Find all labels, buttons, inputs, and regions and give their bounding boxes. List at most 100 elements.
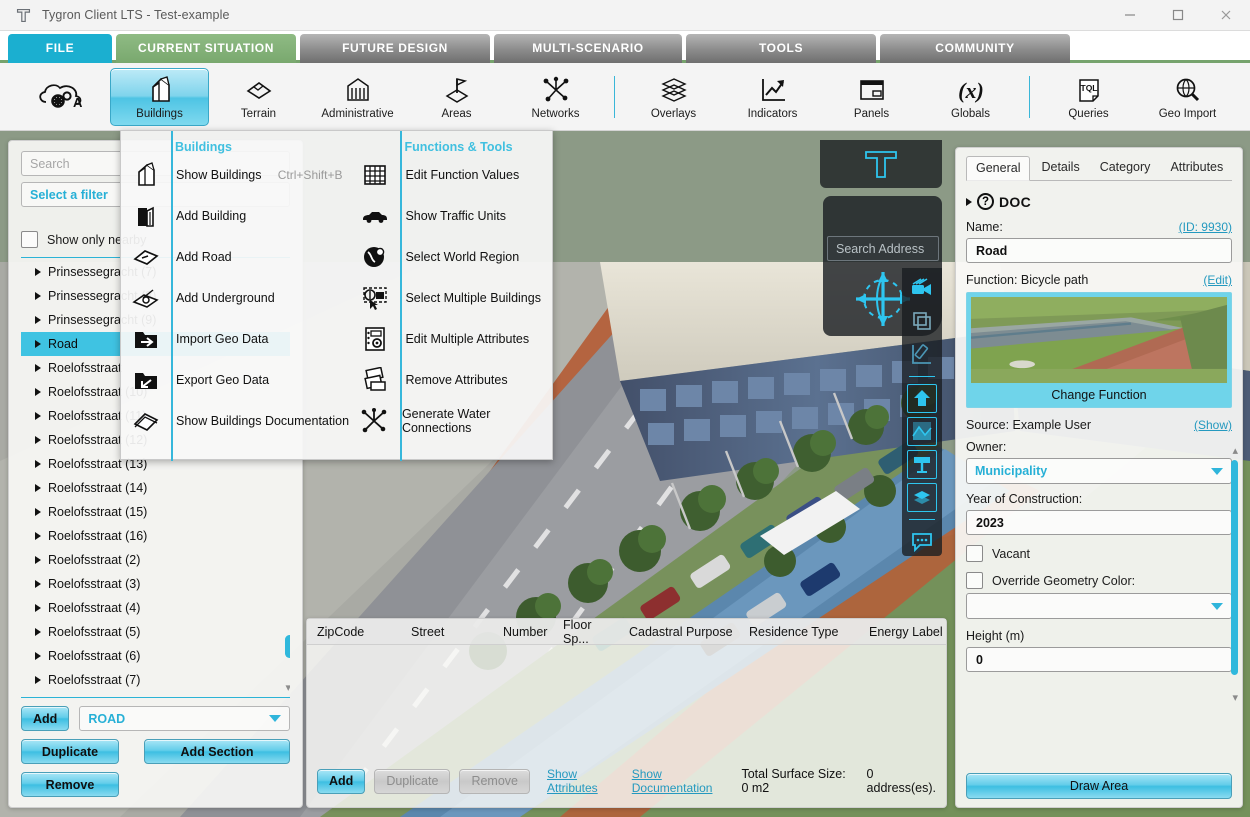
panel-view-icon[interactable] <box>907 450 937 479</box>
add-button[interactable]: Add <box>21 706 69 731</box>
tree-scrollbar-thumb[interactable] <box>285 635 290 658</box>
measure-ruler-icon[interactable] <box>907 340 937 369</box>
tab-details[interactable]: Details <box>1032 156 1088 180</box>
tab-current-situation[interactable]: CURRENT SITUATION <box>116 34 296 63</box>
type-combo[interactable]: ROAD <box>79 706 290 731</box>
expand-arrow-icon[interactable] <box>35 436 41 444</box>
ribbon-item-panels[interactable]: Panels <box>822 68 921 126</box>
column-header-street[interactable]: Street <box>401 625 493 639</box>
menu-item-import-geo-data[interactable]: Import Geo Data <box>121 318 350 359</box>
tree-item-roelofsstraat-6[interactable]: Roelofsstraat (6) <box>21 644 290 668</box>
menu-item-add-road[interactable]: Add Road <box>121 236 350 277</box>
tree-item-roelofsstraat-15[interactable]: Roelofsstraat (15) <box>21 500 290 524</box>
table-body[interactable] <box>307 645 946 767</box>
menu-item-select-world-region[interactable]: Select World Region <box>350 236 552 277</box>
vacant-checkbox[interactable] <box>966 545 983 562</box>
expand-arrow-icon[interactable] <box>35 388 41 396</box>
object-id-link[interactable]: (ID: 9930) <box>1179 220 1232 234</box>
expand-arrow-icon[interactable] <box>35 292 41 300</box>
tree-item-roelofsstraat-3[interactable]: Roelofsstraat (3) <box>21 572 290 596</box>
table-add-button[interactable]: Add <box>317 769 365 794</box>
tab-general[interactable]: General <box>966 156 1030 181</box>
ribbon-item-overlays[interactable]: Overlays <box>624 68 723 126</box>
source-show-link[interactable]: (Show) <box>1194 418 1232 432</box>
add-section-button[interactable]: Add Section <box>144 739 290 764</box>
menu-item-add-building[interactable]: Add Building <box>121 195 350 236</box>
buildings-view-icon[interactable] <box>907 384 937 413</box>
properties-scrollbar[interactable]: ▴ ▾ <box>1230 448 1238 698</box>
name-input[interactable]: Road <box>966 238 1232 263</box>
menu-item-show-buildings[interactable]: Show Buildings Ctrl+Shift+B <box>121 154 350 195</box>
menu-item-show-buildings-documentation[interactable]: Show Buildings Documentation <box>121 400 350 441</box>
tab-community[interactable]: COMMUNITY <box>880 34 1070 63</box>
tree-item-roelofsstraat-7[interactable]: Roelofsstraat (7) <box>21 668 290 692</box>
tree-item-roelofsstraat-4[interactable]: Roelofsstraat (4) <box>21 596 290 620</box>
expand-arrow-icon[interactable] <box>35 676 41 684</box>
scroll-down-icon[interactable]: ▾ <box>1232 691 1238 704</box>
ribbon-item-geo-import[interactable]: Geo Import <box>1138 68 1237 126</box>
tab-file[interactable]: FILE <box>8 34 112 63</box>
expand-arrow-icon[interactable] <box>35 316 41 324</box>
height-input[interactable]: 0 <box>966 647 1232 672</box>
expand-arrow-icon[interactable] <box>966 198 972 206</box>
menu-item-add-underground[interactable]: Add Underground <box>121 277 350 318</box>
expand-arrow-icon[interactable] <box>35 508 41 516</box>
expand-arrow-icon[interactable] <box>35 628 41 636</box>
column-header-residence-type[interactable]: Residence Type <box>739 625 859 639</box>
column-header-number[interactable]: Number <box>493 625 553 639</box>
show-attributes-link[interactable]: Show Attributes <box>547 767 615 795</box>
column-header-floor-space[interactable]: Floor Sp... <box>553 618 619 646</box>
expand-arrow-icon[interactable] <box>35 484 41 492</box>
ribbon-item-terrain[interactable]: Terrain <box>209 68 308 126</box>
expand-arrow-icon[interactable] <box>35 460 41 468</box>
expand-arrow-icon[interactable] <box>35 364 41 372</box>
remove-button[interactable]: Remove <box>21 772 119 797</box>
maximize-button[interactable] <box>1154 0 1202 31</box>
function-edit-link[interactable]: (Edit) <box>1203 273 1232 287</box>
change-function-button[interactable]: Change Function <box>966 292 1232 408</box>
tree-item-roelofsstraat-16[interactable]: Roelofsstraat (16) <box>21 524 290 548</box>
show-only-nearby-checkbox[interactable] <box>21 231 38 248</box>
tree-item-roelofsstraat-14[interactable]: Roelofsstraat (14) <box>21 476 290 500</box>
ribbon-item-administrative[interactable]: Administrative <box>308 68 407 126</box>
minimize-button[interactable] <box>1106 0 1154 31</box>
tree-item-roelofsstraat-5[interactable]: Roelofsstraat (5) <box>21 620 290 644</box>
menu-item-show-traffic-units[interactable]: Show Traffic Units <box>350 195 552 236</box>
expand-arrow-icon[interactable] <box>35 340 41 348</box>
search-address-input[interactable]: Search Address <box>827 236 939 261</box>
year-of-construction-input[interactable]: 2023 <box>966 510 1232 535</box>
column-header-cadastral-purpose[interactable]: Cadastral Purpose <box>619 625 739 639</box>
ribbon-item-globals[interactable]: (x) Globals <box>921 68 1020 126</box>
ribbon-item-networks[interactable]: Networks <box>506 68 605 126</box>
ribbon-item-indicators[interactable]: Indicators <box>723 68 822 126</box>
tab-attributes[interactable]: Attributes <box>1161 156 1232 180</box>
expand-arrow-icon[interactable] <box>35 412 41 420</box>
column-header-zipcode[interactable]: ZipCode <box>307 625 401 639</box>
tab-multi-scenario[interactable]: MULTI-SCENARIO <box>494 34 682 63</box>
tree-item-roelofsstraat-2[interactable]: Roelofsstraat (2) <box>21 548 290 572</box>
geometry-color-select[interactable] <box>966 593 1232 619</box>
draw-area-button[interactable]: Draw Area <box>966 773 1232 799</box>
ribbon-item-areas[interactable]: Areas <box>407 68 506 126</box>
chat-icon[interactable] <box>907 527 937 556</box>
menu-item-edit-multiple-attributes[interactable]: Edit Multiple Attributes <box>350 318 552 359</box>
camera-fly-icon[interactable] <box>907 274 937 303</box>
menu-item-select-multiple-buildings[interactable]: Select Multiple Buildings <box>350 277 552 318</box>
copy-layers-icon[interactable] <box>907 307 937 336</box>
override-geometry-color-row[interactable]: Override Geometry Color: <box>966 572 1232 589</box>
tab-tools[interactable]: TOOLS <box>686 34 876 63</box>
tab-category[interactable]: Category <box>1091 156 1160 180</box>
ribbon-item-project-logo[interactable]: A <box>14 68 110 126</box>
overlay-view-icon[interactable] <box>907 483 937 512</box>
menu-item-edit-function-values[interactable]: Edit Function Values <box>350 154 552 195</box>
properties-scrollbar-thumb[interactable] <box>1231 460 1238 675</box>
expand-arrow-icon[interactable] <box>35 556 41 564</box>
close-button[interactable] <box>1202 0 1250 31</box>
owner-select[interactable]: Municipality <box>966 458 1232 484</box>
show-documentation-link[interactable]: Show Documentation <box>632 767 725 795</box>
column-header-energy-label[interactable]: Energy Label <box>859 625 943 639</box>
vacant-row[interactable]: Vacant <box>966 545 1232 562</box>
expand-arrow-icon[interactable] <box>35 604 41 612</box>
override-geometry-color-checkbox[interactable] <box>966 572 983 589</box>
terrain-view-icon[interactable] <box>907 417 937 446</box>
